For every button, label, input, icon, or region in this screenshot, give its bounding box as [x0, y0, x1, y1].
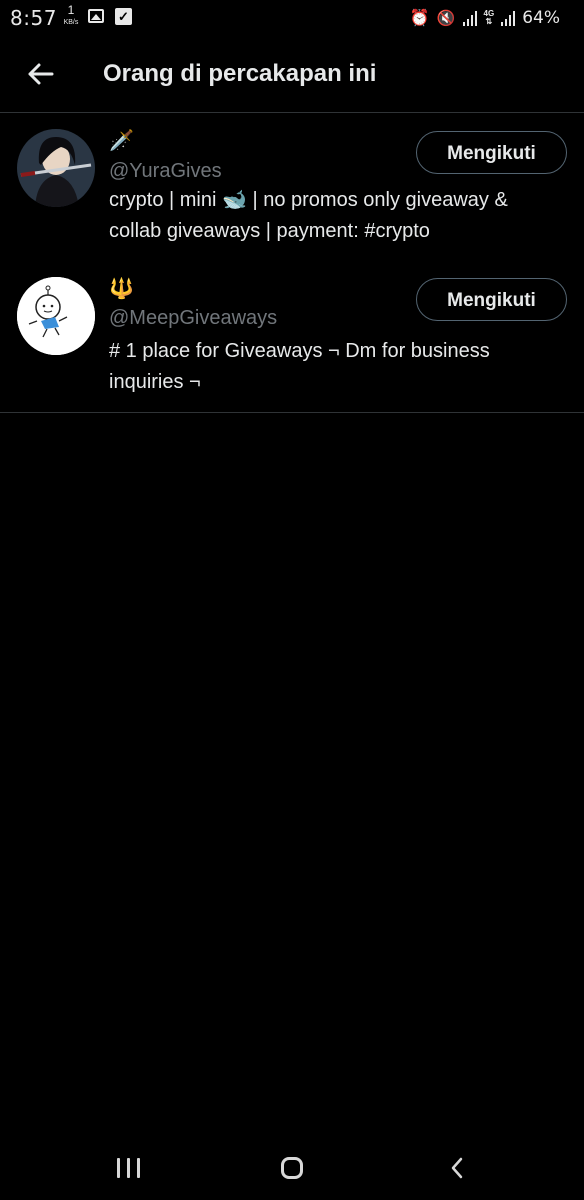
- network-type-label: 4G: [483, 9, 495, 18]
- bio-line: # 1 place for Giveaways ¬ Dm for busines…: [109, 340, 490, 362]
- avatar[interactable]: [17, 277, 95, 355]
- network-speed-value: 1: [67, 3, 75, 17]
- page-title: Orang di percakapan ini: [103, 60, 377, 87]
- user-bio: crypto | mini 🐋 | no promos only giveawa…: [109, 185, 569, 247]
- user-handle[interactable]: @YuraGives: [109, 160, 222, 183]
- bio-line: crypto | mini 🐋 | no promos only giveawa…: [109, 189, 508, 211]
- battery-percent: 64%: [522, 8, 560, 28]
- bio-line: inquiries ¬: [109, 371, 201, 393]
- network-speed: 1 KB/s: [60, 3, 82, 27]
- avatar-image: [17, 277, 95, 355]
- status-time: 8:57: [10, 6, 57, 30]
- gallery-notification-icon: [88, 9, 104, 23]
- signal-icon-2: [501, 10, 516, 26]
- recents-icon[interactable]: [117, 1158, 140, 1178]
- user-bio: # 1 place for Giveaways ¬ Dm for busines…: [109, 336, 569, 398]
- following-button[interactable]: Mengikuti: [416, 278, 567, 321]
- status-right-group: ⏰ 🔇 4G ⇅ 64%: [410, 6, 560, 30]
- avatar[interactable]: [17, 129, 95, 207]
- nav-back-icon[interactable]: [449, 1156, 465, 1180]
- display-name: 🗡️: [109, 130, 134, 152]
- network-speed-unit: KB/s: [63, 19, 79, 26]
- mute-icon: 🔇: [436, 10, 456, 27]
- bio-line: collab giveaways | payment: #crypto: [109, 220, 430, 242]
- alarm-icon: ⏰: [409, 10, 430, 27]
- back-arrow-icon[interactable]: [24, 58, 56, 90]
- home-icon[interactable]: [281, 1157, 303, 1179]
- checkbox-notification-icon: ✓: [115, 8, 132, 25]
- display-name: 🔱: [109, 278, 134, 300]
- status-bar: 8:57 1 KB/s ✓ ⏰ 🔇 4G ⇅ 64%: [0, 0, 584, 36]
- avatar-image: [17, 129, 95, 207]
- signal-icon: [462, 10, 477, 26]
- user-handle[interactable]: @MeepGiveaways: [109, 307, 277, 330]
- following-button[interactable]: Mengikuti: [416, 131, 567, 174]
- list-divider: [0, 412, 584, 413]
- page-header: Orang di percakapan ini: [0, 36, 584, 113]
- network-type-indicator: 4G ⇅: [483, 9, 495, 26]
